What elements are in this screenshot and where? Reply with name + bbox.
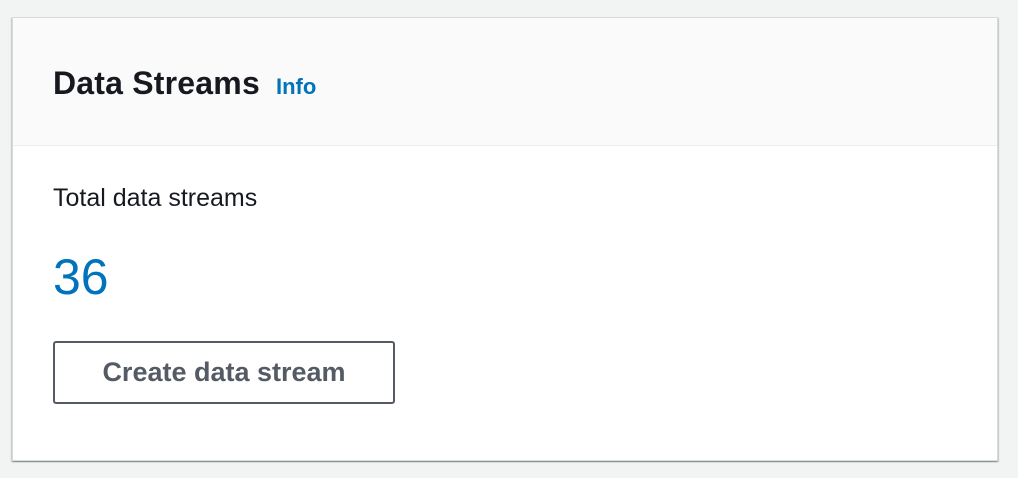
- create-data-stream-button[interactable]: Create data stream: [53, 341, 395, 404]
- panel-title: Data Streams: [53, 65, 260, 101]
- info-link[interactable]: Info: [276, 74, 316, 100]
- total-data-streams-count[interactable]: 36: [53, 252, 109, 302]
- total-data-streams-label: Total data streams: [53, 184, 258, 212]
- data-streams-panel: Data Streams Info Total data streams 36 …: [12, 17, 998, 461]
- button-row: Create data stream: [53, 341, 997, 404]
- panel-header: Data Streams Info: [13, 18, 997, 146]
- panel-body: Total data streams 36 Create data stream: [13, 146, 997, 404]
